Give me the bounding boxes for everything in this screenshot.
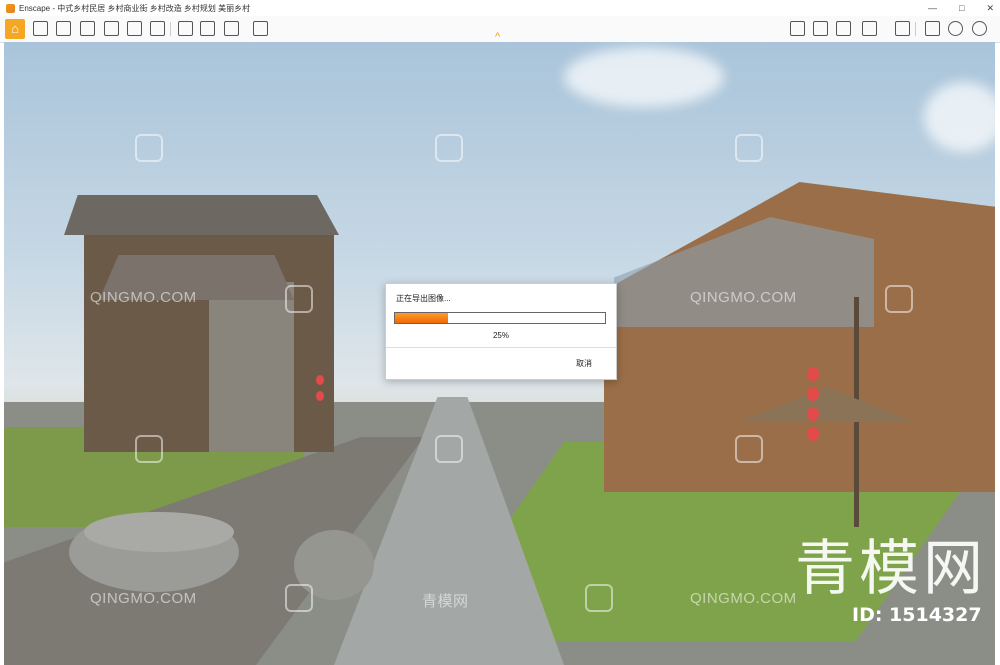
help-icon[interactable] bbox=[972, 21, 987, 36]
layers-icon[interactable] bbox=[150, 21, 165, 36]
asset-id-label: ID: 1514327 bbox=[852, 604, 982, 626]
watermark-logo-icon bbox=[135, 435, 163, 463]
panorama-export-icon[interactable] bbox=[253, 21, 268, 36]
watermark-text: QINGMO.COM bbox=[90, 289, 197, 306]
roof-left-upper bbox=[64, 195, 339, 235]
asset-library-icon[interactable] bbox=[836, 21, 851, 36]
enscape-logo-icon bbox=[6, 3, 15, 13]
progress-percent: 25% bbox=[492, 331, 509, 340]
building-icon[interactable] bbox=[127, 21, 142, 36]
glass-facade bbox=[614, 217, 874, 327]
home-button[interactable]: ⌂ bbox=[5, 19, 25, 39]
cancel-button[interactable]: 取消 bbox=[576, 358, 592, 369]
progress-bar bbox=[394, 312, 606, 324]
red-lantern bbox=[807, 407, 819, 421]
map-icon[interactable] bbox=[790, 21, 805, 36]
watermark-logo-icon bbox=[285, 285, 313, 313]
watermark-logo-icon bbox=[585, 584, 613, 612]
timeline-icon[interactable] bbox=[813, 21, 828, 36]
collapse-toolbar-icon[interactable]: ^ bbox=[495, 32, 500, 43]
red-lantern bbox=[807, 427, 819, 441]
watermark-logo-icon bbox=[435, 435, 463, 463]
title-bar: Enscape - 中式乡村民居 乡村商业街 乡村改造 乡村规划 美丽乡村 — … bbox=[0, 0, 1000, 16]
window-controls: — □ ✕ bbox=[928, 0, 994, 16]
video-export-icon[interactable] bbox=[224, 21, 239, 36]
screenshot-icon[interactable] bbox=[178, 21, 193, 36]
watermark-logo-icon bbox=[285, 584, 313, 612]
cloud bbox=[564, 47, 724, 107]
settings-gear-icon[interactable] bbox=[948, 21, 963, 36]
main-toolbar: ⌂ ^ bbox=[0, 16, 1000, 43]
visual-settings-icon[interactable] bbox=[925, 21, 940, 36]
watermark-text: QINGMO.COM bbox=[690, 289, 797, 306]
watermark-text: QINGMO.COM bbox=[690, 590, 797, 607]
watermark-logo-icon bbox=[135, 134, 163, 162]
watermark-logo-icon bbox=[435, 134, 463, 162]
red-lantern bbox=[807, 387, 819, 401]
dialog-divider bbox=[386, 347, 616, 348]
batch-render-icon[interactable] bbox=[200, 21, 215, 36]
minimize-button[interactable]: — bbox=[928, 3, 937, 13]
toolbar-divider bbox=[170, 22, 171, 36]
red-lantern bbox=[316, 375, 324, 385]
materials-icon[interactable] bbox=[862, 21, 877, 36]
close-button[interactable]: ✕ bbox=[986, 3, 994, 14]
toolbar-divider bbox=[915, 22, 916, 36]
dialog-title: 正在导出图像... bbox=[396, 294, 451, 303]
stone-wall bbox=[209, 282, 294, 452]
feedback-icon[interactable] bbox=[895, 21, 910, 36]
red-lantern bbox=[316, 391, 324, 401]
red-lantern bbox=[807, 367, 819, 381]
watermark-text: 青模网 bbox=[422, 593, 469, 610]
watermark-text: QINGMO.COM bbox=[90, 590, 197, 607]
maximize-button[interactable]: □ bbox=[959, 3, 964, 13]
window-title: Enscape - 中式乡村民居 乡村商业街 乡村改造 乡村规划 美丽乡村 bbox=[19, 3, 251, 13]
walk-mode-icon[interactable] bbox=[33, 21, 48, 36]
progress-fill bbox=[395, 313, 448, 323]
cloud bbox=[924, 82, 995, 152]
list-icon[interactable] bbox=[56, 21, 71, 36]
export-progress-dialog: 正在导出图像... 25% 取消 bbox=[385, 283, 617, 380]
binoculars-icon[interactable] bbox=[80, 21, 95, 36]
brand-watermark: 青模网 bbox=[795, 534, 987, 604]
watermark-logo-icon bbox=[885, 285, 913, 313]
watermark-logo-icon bbox=[735, 134, 763, 162]
camera-icon[interactable] bbox=[104, 21, 119, 36]
stone-mill-top bbox=[84, 512, 234, 552]
watermark-logo-icon bbox=[735, 435, 763, 463]
